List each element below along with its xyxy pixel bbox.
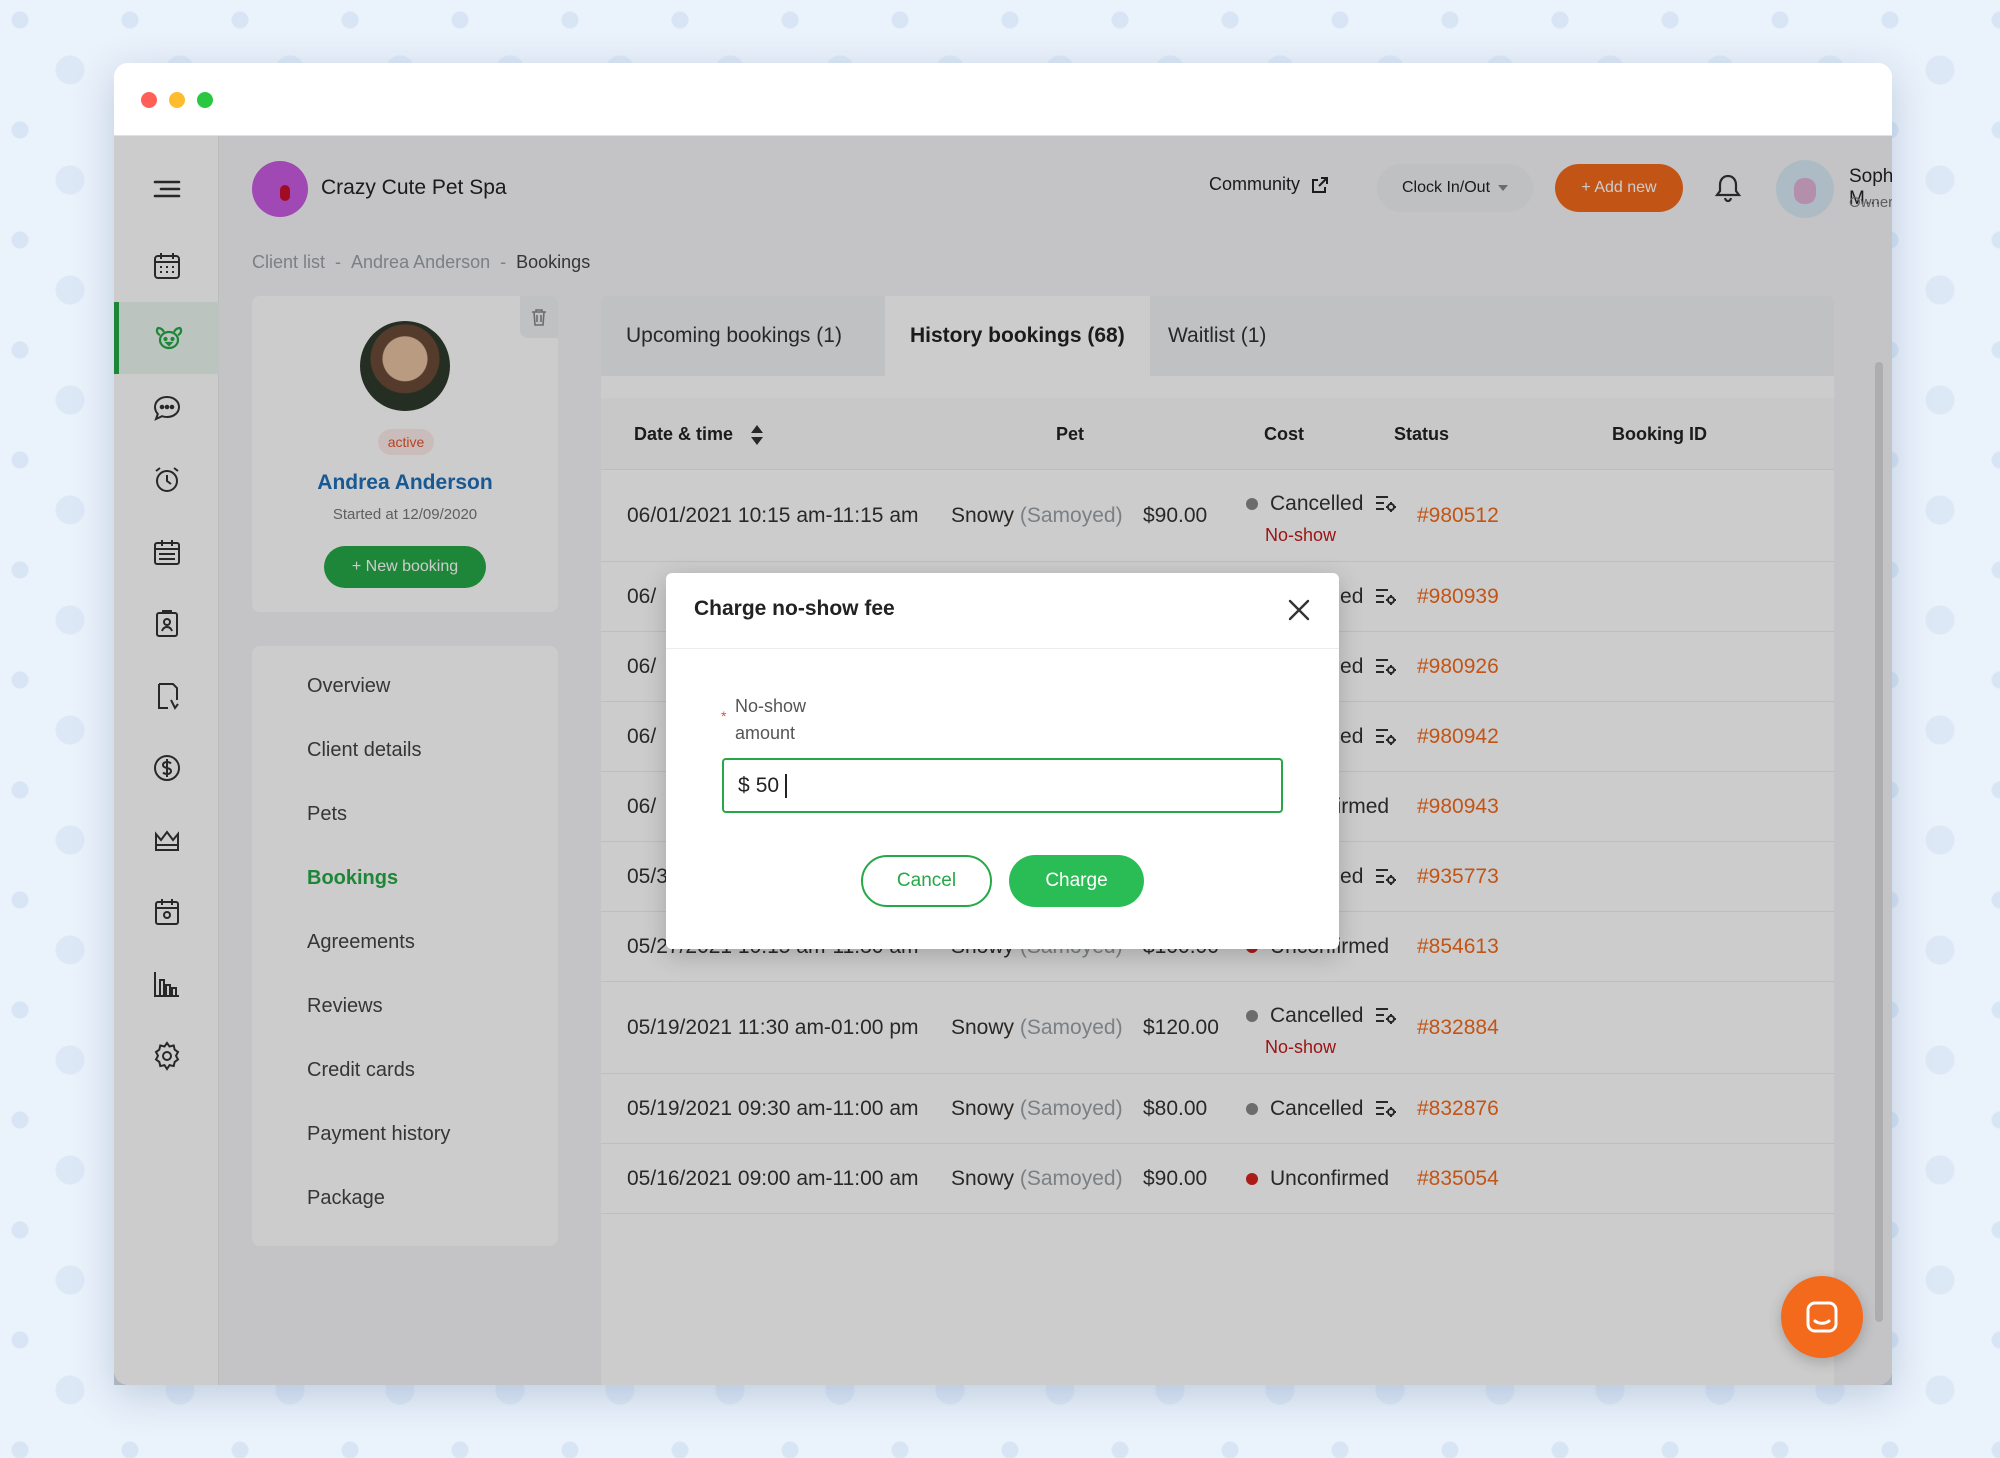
- close-window-button[interactable]: [141, 92, 157, 108]
- cancel-button[interactable]: Cancel: [861, 855, 992, 907]
- dialog-title: Charge no-show fee: [694, 597, 895, 620]
- currency-symbol: $: [738, 773, 750, 797]
- window-titlebar: [114, 63, 1892, 136]
- close-icon[interactable]: [1284, 595, 1314, 625]
- charge-button[interactable]: Charge: [1009, 855, 1144, 907]
- amount-value: 50: [755, 773, 780, 797]
- support-chat-button[interactable]: [1781, 1276, 1863, 1358]
- dialog-divider: [666, 648, 1339, 649]
- charge-no-show-dialog: Charge no-show fee * No-show amount $ 50…: [666, 573, 1339, 949]
- maximize-window-button[interactable]: [197, 92, 213, 108]
- no-show-amount-label: No-show amount: [735, 696, 807, 743]
- no-show-amount-input[interactable]: $ 50: [722, 758, 1283, 813]
- minimize-window-button[interactable]: [169, 92, 185, 108]
- required-marker: *: [721, 708, 727, 724]
- chat-widget-icon: [1806, 1301, 1838, 1333]
- text-cursor: [785, 773, 788, 798]
